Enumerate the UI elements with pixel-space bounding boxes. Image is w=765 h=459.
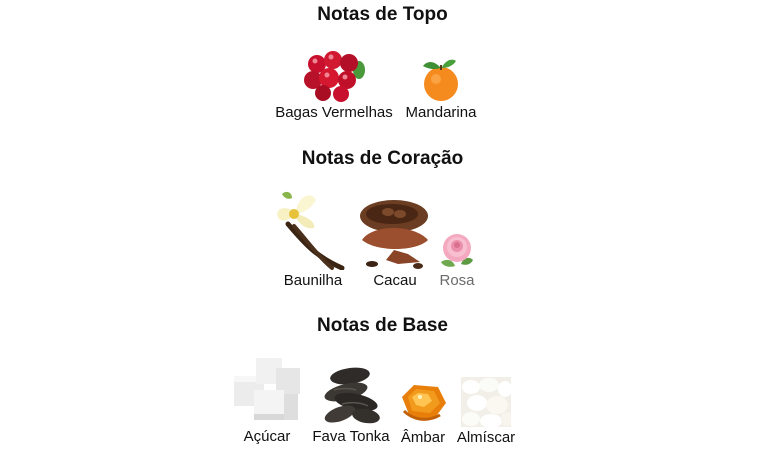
note-mandarin: Mandarina [402,56,480,122]
note-label: Baunilha [283,272,343,289]
section-title-top-notes: Notas de Topo [317,4,448,25]
mandarin-icon [418,56,464,102]
amber-icon [398,377,448,427]
note-musk: Almíscar [452,377,520,447]
note-label: Fava Tonka [312,428,390,445]
musk-icon [461,377,511,427]
tonka-bean-icon [320,364,382,426]
note-label: Cacau [373,272,417,289]
note-rose: Rosa [436,232,478,290]
note-label: Âmbar [400,429,446,446]
cocoa-icon [358,190,432,270]
rose-icon [437,232,477,270]
note-label: Mandarina [405,104,477,121]
note-tonka-bean: Fava Tonka [308,364,394,446]
note-label: Almíscar [456,429,516,446]
note-red-berries: Bagas Vermelhas [270,50,398,122]
note-label: Bagas Vermelhas [275,104,393,121]
note-label: Rosa [439,272,475,289]
red-berries-icon [303,50,365,102]
vanilla-icon [272,190,354,270]
note-vanilla: Baunilha [272,190,354,290]
note-sugar: Açúcar [230,354,304,446]
note-label: Açúcar [243,428,291,445]
sugar-cubes-icon [232,354,302,426]
section-title-heart-notes: Notas de Coração [301,148,464,169]
note-amber: Âmbar [397,377,449,447]
section-title-base-notes: Notas de Base [317,315,448,336]
note-cocoa: Cacau [358,190,432,290]
